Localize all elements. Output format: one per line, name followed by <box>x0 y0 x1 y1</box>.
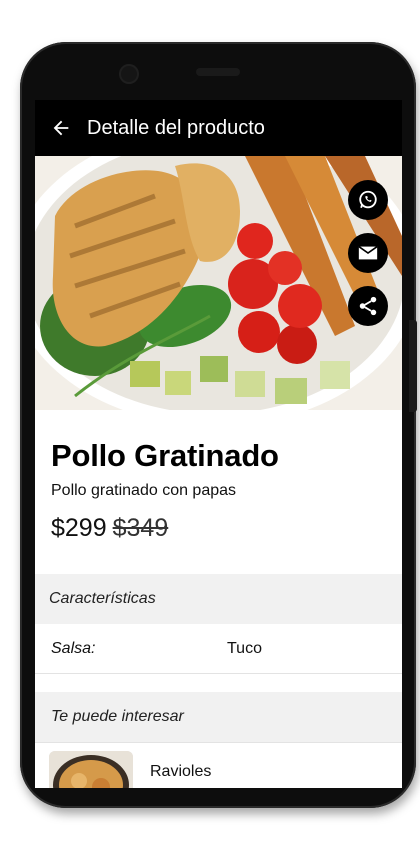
app-bar: Detalle del producto <box>35 100 402 156</box>
product-description: Pollo gratinado con papas <box>51 482 237 499</box>
product-info: Pollo Gratinado Pollo gratinado con papa… <box>35 410 402 543</box>
whatsapp-icon <box>359 190 377 209</box>
phone-side-button <box>409 320 417 412</box>
share-icon <box>359 296 377 316</box>
feature-label: Salsa: <box>51 639 96 657</box>
related-item-thumbnail <box>49 751 133 788</box>
share-button[interactable] <box>348 286 388 326</box>
related-header: Te puede interesar <box>35 692 402 742</box>
back-button[interactable] <box>35 100 87 156</box>
related-item-name: Ravioles <box>150 763 212 780</box>
earpiece-speaker <box>196 68 240 76</box>
page-title: Detalle del producto <box>87 116 265 139</box>
product-name: Pollo Gratinado <box>51 438 279 473</box>
arrow-left-icon <box>53 120 69 136</box>
whatsapp-share-button[interactable] <box>348 180 388 220</box>
feature-value: Tuco <box>227 639 262 657</box>
feature-row: Salsa: Tuco <box>35 624 402 674</box>
price-row: $299 $349 <box>51 514 386 543</box>
front-camera <box>119 64 139 84</box>
old-price: $349 <box>112 514 169 542</box>
related-item[interactable]: Ravioles <box>35 743 402 788</box>
email-share-button[interactable] <box>348 233 388 273</box>
mail-icon <box>358 245 378 260</box>
current-price: $299 <box>51 514 107 542</box>
features-header: Características <box>35 574 402 624</box>
app-screen: Detalle del producto Pollo Gratinado Pol… <box>35 100 402 788</box>
product-image <box>35 156 402 410</box>
